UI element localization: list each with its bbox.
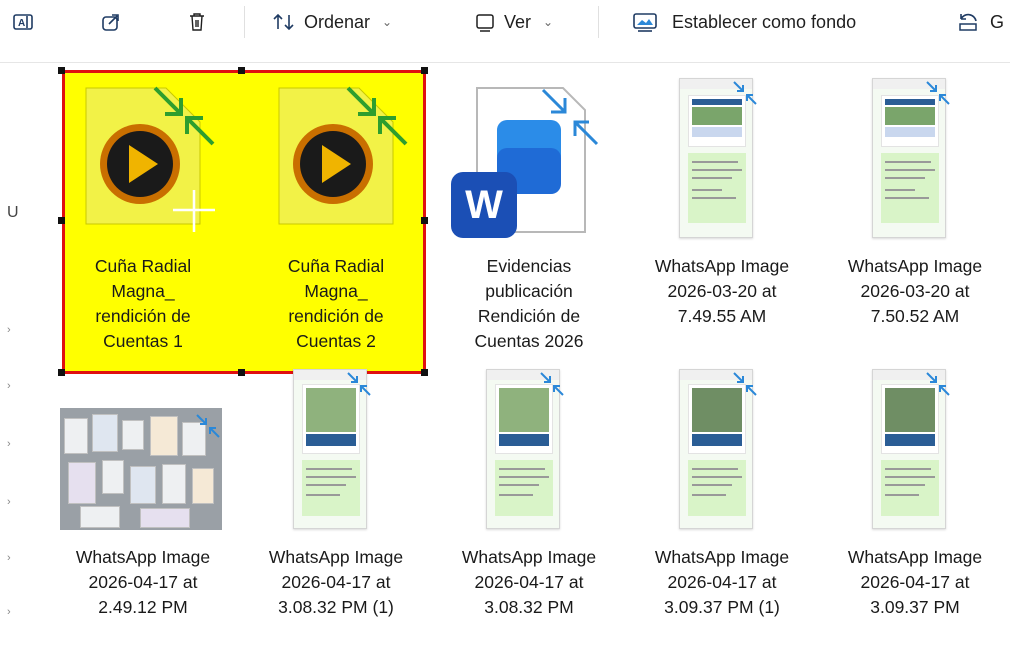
shrink-arrows-icon — [733, 81, 757, 105]
file-tile-word[interactable]: W Evidencias publicación Rendición de Cuent… — [441, 72, 617, 362]
truncated-label: G — [990, 11, 1005, 32]
image-thumbnail — [55, 363, 231, 543]
file-tile-image[interactable]: WhatsApp Image 2026-04-17 at 3.08.32 PM — [441, 363, 617, 653]
file-name: WhatsApp Image 2026-04-17 at 3.09.37 PM — [847, 547, 983, 617]
image-thumbnail — [634, 72, 810, 252]
chevron-right-icon[interactable]: › — [7, 438, 11, 450]
shrink-arrows-icon — [346, 86, 408, 146]
shrink-arrows-icon — [196, 414, 220, 438]
rotate-button[interactable]: G — [956, 8, 1004, 36]
file-name: Evidencias publicación Rendición de Cuentas… — [474, 256, 584, 351]
file-tile-image[interactable]: WhatsApp Image 2026-03-20 at 7.50.52 AM — [827, 72, 1003, 362]
shrink-arrows-icon — [733, 372, 757, 396]
shrink-arrows-icon — [926, 372, 950, 396]
file-name: Cuña Radial Magna_ rendición de Cuentas 2 — [287, 256, 385, 351]
file-name: WhatsApp Image 2026-04-17 at 3.09.37 PM (1… — [654, 547, 790, 617]
image-thumbnail — [827, 363, 1003, 543]
share-icon[interactable] — [96, 8, 126, 36]
sort-label: Ordenar — [304, 11, 371, 32]
image-thumbnail — [248, 363, 424, 543]
file-tile-video[interactable]: Cuña Radial Magna_ rendición de Cuentas 1 — [55, 72, 231, 362]
file-name: WhatsApp Image 2026-04-17 at 2.49.12 PM — [75, 547, 211, 617]
chevron-right-icon[interactable]: › — [7, 496, 11, 508]
selection-handle[interactable] — [238, 67, 245, 74]
file-tile-image[interactable]: WhatsApp Image 2026-04-17 at 2.49.12 PM — [55, 363, 231, 653]
file-name: WhatsApp Image 2026-03-20 at 7.49.55 AM — [654, 256, 790, 326]
toolbar-separator — [598, 6, 599, 38]
shrink-arrows-icon — [153, 86, 215, 146]
view-label: Ver — [504, 11, 532, 32]
chevron-right-icon[interactable]: › — [7, 606, 11, 618]
selection-handle[interactable] — [238, 369, 245, 376]
chevron-down-icon: ⌄ — [382, 15, 393, 29]
image-thumbnail — [441, 363, 617, 543]
set-background-label: Establecer como fondo — [672, 11, 857, 32]
file-tile-image[interactable]: WhatsApp Image 2026-04-17 at 3.09.37 PM (1… — [634, 363, 810, 653]
toolbar-separator — [244, 6, 245, 38]
command-bar: A Ordenar ⌄ Ver ⌄ Establecer como fondo … — [0, 0, 1010, 46]
chevron-right-icon[interactable]: › — [7, 324, 11, 336]
image-thumbnail — [827, 72, 1003, 252]
rename-icon[interactable]: A — [8, 8, 38, 36]
rotate-icon — [959, 13, 977, 31]
delete-icon[interactable] — [182, 8, 212, 36]
svg-text:W: W — [465, 183, 503, 227]
view-button[interactable]: Ver ⌄ — [474, 8, 553, 36]
shrink-arrows-icon — [541, 88, 599, 146]
sort-button[interactable]: Ordenar ⌄ — [272, 8, 392, 36]
shrink-arrows-icon — [347, 372, 371, 396]
file-name: Cuña Radial Magna_ rendición de Cuentas 1 — [94, 256, 192, 351]
file-name: WhatsApp Image 2026-04-17 at 3.08.32 PM (1… — [268, 547, 404, 617]
file-tile-image[interactable]: WhatsApp Image 2026-04-17 at 3.08.32 PM (1… — [248, 363, 424, 653]
wallpaper-icon — [633, 13, 657, 32]
file-name: WhatsApp Image 2026-03-20 at 7.50.52 AM — [847, 256, 983, 326]
view-icon — [476, 14, 494, 32]
chevron-down-icon: ⌄ — [543, 15, 554, 29]
file-tile-image[interactable]: WhatsApp Image 2026-03-20 at 7.49.55 AM — [634, 72, 810, 362]
shrink-arrows-icon — [926, 81, 950, 105]
shrink-arrows-icon — [540, 372, 564, 396]
chevron-right-icon[interactable]: › — [7, 552, 11, 564]
file-name: WhatsApp Image 2026-04-17 at 3.08.32 PM — [461, 547, 597, 617]
set-background-button[interactable]: Establecer como fondo — [632, 8, 856, 36]
nav-fragment-letter: U — [7, 204, 19, 221]
svg-text:A: A — [18, 18, 25, 29]
chevron-right-icon[interactable]: › — [7, 380, 11, 392]
file-tile-image[interactable]: WhatsApp Image 2026-04-17 at 3.09.37 PM — [827, 363, 1003, 653]
sort-icon — [273, 13, 294, 31]
file-tile-video[interactable]: Cuña Radial Magna_ rendición de Cuentas 2 — [248, 72, 424, 362]
image-thumbnail — [634, 363, 810, 543]
toolbar-divider — [0, 62, 1010, 63]
